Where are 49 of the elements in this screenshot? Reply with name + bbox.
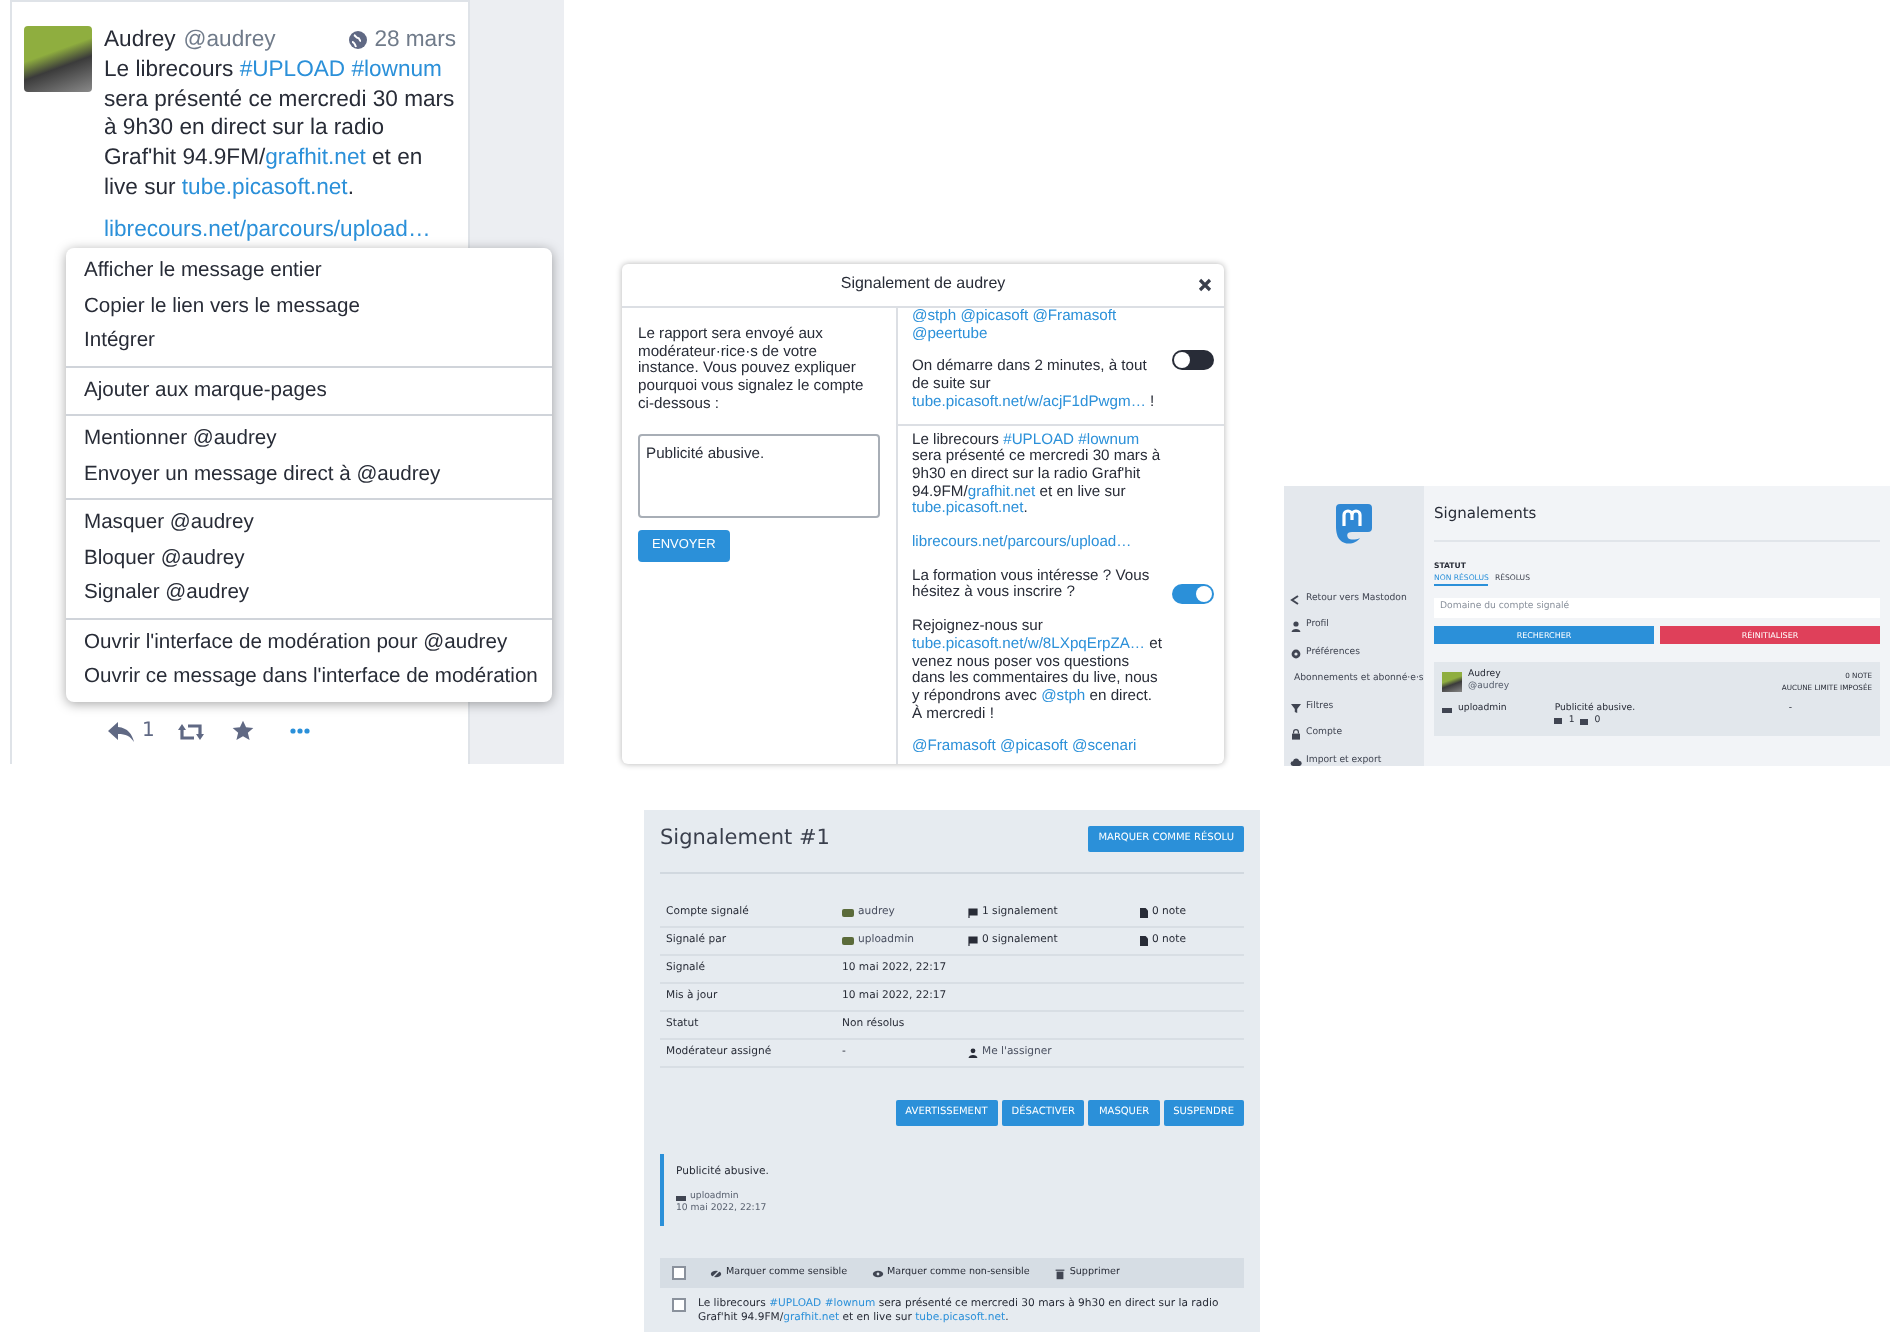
user-icon: [968, 1048, 978, 1058]
link[interactable]: librecours.net/parcours/upload…: [104, 217, 431, 242]
settings-icon: [1290, 647, 1302, 660]
lock-icon: [1290, 728, 1302, 741]
reply-count: 1: [142, 720, 155, 742]
flag-icon: [968, 936, 978, 946]
photo-placeholder: [1442, 672, 1462, 692]
trash-icon: [1053, 1267, 1066, 1279]
menu-item[interactable]: Ouvrir ce message dans l'interface de modération: [66, 660, 552, 695]
page-title: Signalement #1: [660, 826, 830, 852]
filter-icon: [1290, 701, 1302, 714]
eye-slash-icon: [710, 1267, 722, 1279]
toggle-switch[interactable]: [1172, 349, 1214, 370]
menu-item[interactable]: Masquer @audrey: [66, 506, 552, 541]
menu-item[interactable]: Copier le lien vers le message: [66, 289, 552, 324]
reply-icon[interactable]: [108, 721, 134, 741]
menu-item[interactable]: Bloquer @audrey: [66, 541, 552, 576]
post-text: Le librecours #UPLOAD #lownum sera présenté ce mercredi 30 mars à 9h30 en direct sur la radio Graf'hit 94.9FM/grafhit.net et en live sur tube.picasoft.net.: [104, 55, 456, 204]
menu-item[interactable]: Ouvrir l'interface de modération pour @audrey: [66, 625, 552, 660]
cloud-icon: [1290, 755, 1302, 766]
dialog-title: Signalement de audrey: [840, 276, 1006, 294]
close-icon[interactable]: [1198, 278, 1212, 292]
menu-item[interactable]: Envoyer un message direct à @audrey: [66, 457, 552, 492]
author-handle: @audrey: [183, 26, 276, 56]
menu-item[interactable]: Mentionner @audrey: [66, 422, 552, 457]
eye-icon: [871, 1267, 884, 1279]
globe-icon: [348, 30, 369, 51]
author-name: Audrey: [104, 26, 176, 56]
menu-item[interactable]: Ajouter aux marque-pages: [66, 373, 552, 408]
menu-item[interactable]: Intégrer: [66, 324, 552, 359]
hashtag-link[interactable]: #UPLOAD: [239, 57, 346, 82]
user-icon: [1290, 620, 1302, 633]
menu-item[interactable]: Afficher le message entier: [66, 254, 552, 289]
star-icon[interactable]: [232, 720, 255, 742]
hashtag-link[interactable]: #lownum: [351, 57, 442, 82]
boost-icon[interactable]: [178, 721, 205, 741]
menu-item[interactable]: Signaler @audrey: [66, 576, 552, 611]
checkbox[interactable]: [672, 1298, 686, 1312]
link[interactable]: grafhit.net: [265, 146, 366, 171]
file-icon: [1140, 936, 1148, 946]
link[interactable]: tube.picasoft.net: [181, 175, 348, 200]
flag-icon: [968, 908, 978, 918]
toggle-switch[interactable]: [1172, 583, 1214, 604]
logo-icon: [1334, 502, 1374, 546]
post-date: 28 mars: [374, 26, 456, 56]
checkbox[interactable]: [672, 1266, 686, 1280]
photo-placeholder: [24, 26, 92, 92]
more-icon[interactable]: [290, 728, 311, 734]
file-icon: [1140, 908, 1148, 918]
